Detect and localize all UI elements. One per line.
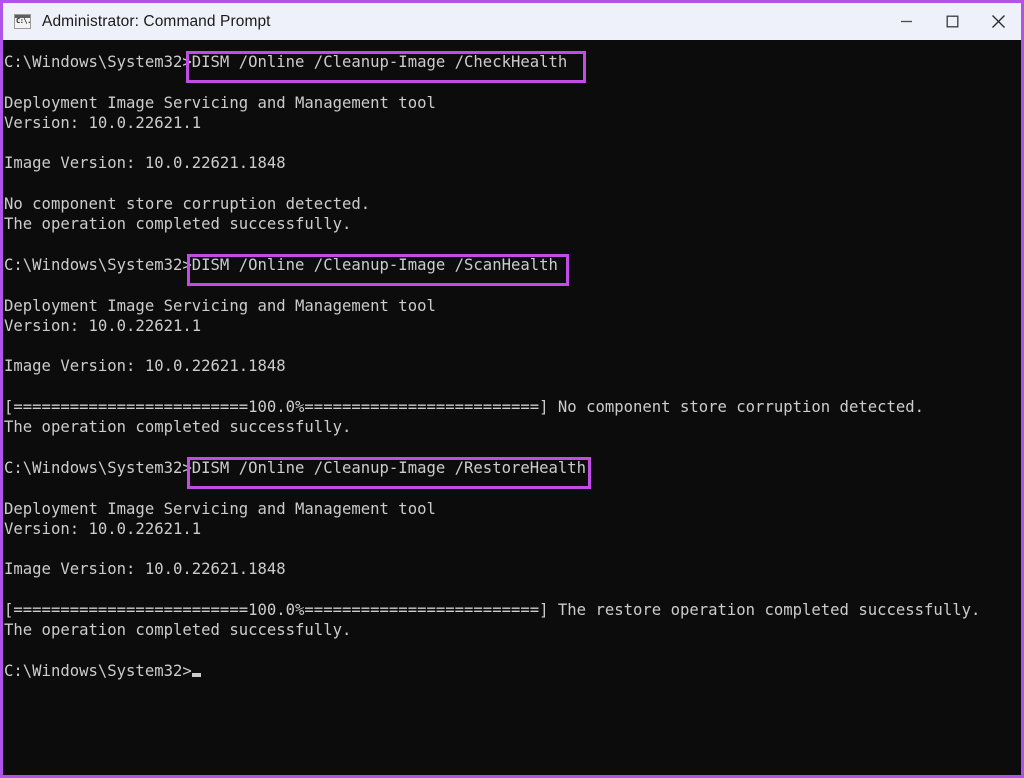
- console-line: The operation completed successfully.: [4, 621, 352, 640]
- console-line: The operation completed successfully.: [4, 418, 352, 437]
- console-line: Image Version: 10.0.22621.1848: [4, 560, 286, 579]
- console-line: C:\Windows\System32>DISM /Online /Cleanu…: [4, 53, 568, 71]
- text-cursor: [191, 672, 201, 677]
- console-line: Version: 10.0.22621.1: [4, 113, 202, 132]
- window-titlebar[interactable]: C:\. Administrator: Command Prompt: [3, 3, 1021, 40]
- minimize-button[interactable]: [883, 3, 929, 40]
- console-line: [=========================100.0%========…: [4, 398, 925, 417]
- console-line: Deployment Image Servicing and Managemen…: [4, 499, 436, 518]
- maximize-button[interactable]: [929, 3, 975, 40]
- console-line: C:\Windows\System32>DISM /Online /Cleanu…: [4, 458, 587, 477]
- console-line: C:\Windows\System32>DISM /Online /Cleanu…: [4, 255, 558, 274]
- console-line: Version: 10.0.22621.1: [4, 519, 202, 538]
- console-line: No component store corruption detected.: [4, 195, 371, 214]
- console-line: Deployment Image Servicing and Managemen…: [4, 93, 436, 112]
- console-line: C:\Windows\System32>: [4, 661, 980, 681]
- console-line: Deployment Image Servicing and Managemen…: [4, 296, 436, 315]
- console-line: Image Version: 10.0.22621.1848: [4, 154, 286, 173]
- command-prompt-icon: C:\.: [14, 14, 31, 29]
- command-prompt-window: C:\. Administrator: Command Prompt C:\Wi…: [0, 0, 1024, 778]
- window-controls: [883, 3, 1021, 40]
- console-line: The operation completed successfully.: [4, 215, 352, 234]
- console-text: C:\Windows\System32>DISM /Online /Cleanu…: [4, 52, 980, 681]
- command-prompt-icon-glyph: C:\.: [16, 17, 31, 25]
- console-line: Image Version: 10.0.22621.1848: [4, 357, 286, 376]
- console-line: Version: 10.0.22621.1: [4, 316, 202, 335]
- window-title: Administrator: Command Prompt: [42, 12, 271, 30]
- terminal-output-area[interactable]: C:\Windows\System32>DISM /Online /Cleanu…: [3, 40, 1021, 775]
- close-button[interactable]: [975, 3, 1021, 40]
- console-line: [=========================100.0%========…: [4, 601, 981, 620]
